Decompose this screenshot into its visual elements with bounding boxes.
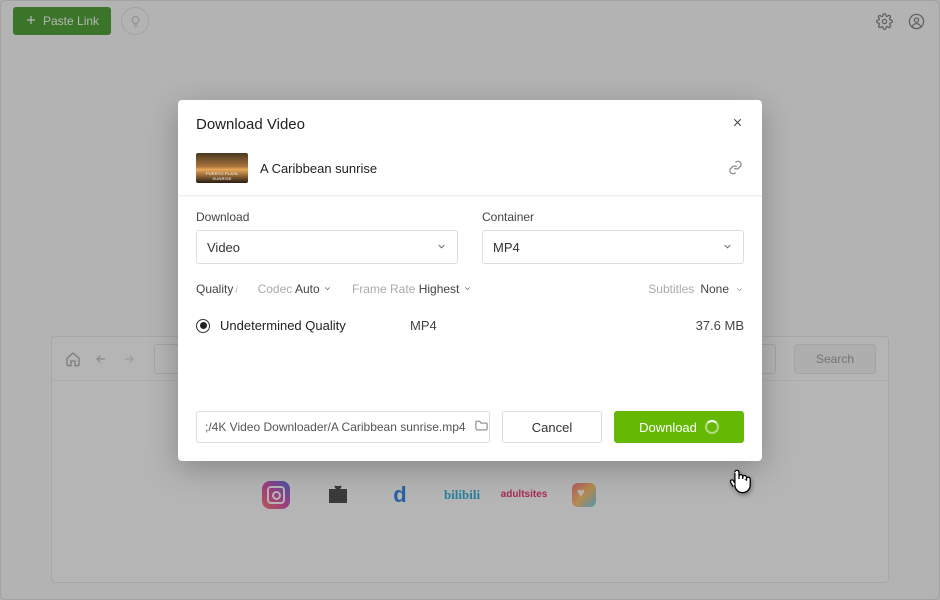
modal-footer: ;/4K Video Downloader/A Caribbean sunris… [178,399,762,461]
video-thumbnail: PUERTO PLATA SUNRISE [196,153,248,183]
chevron-down-icon [722,240,733,255]
framerate-group[interactable]: Frame Rate Highest [352,282,472,296]
container-field: Container MP4 [482,210,744,264]
modal-header: Download Video [178,100,762,145]
spinner-icon [705,420,719,434]
framerate-label: Frame Rate [352,282,415,296]
download-type-field: Download Video [196,210,458,264]
radio-selected-icon[interactable] [196,319,210,333]
save-path-value: ;/4K Video Downloader/A Caribbean sunris… [205,420,466,434]
link-icon[interactable] [728,160,744,176]
container-select[interactable]: MP4 [482,230,744,264]
container-value: MP4 [493,240,520,255]
quality-option-row[interactable]: Undetermined Quality MP4 37.6 MB [196,314,744,393]
quality-format: MP4 [410,318,470,333]
chevron-down-icon [436,240,447,255]
cancel-button[interactable]: Cancel [502,411,602,443]
quality-size: 37.6 MB [696,318,744,333]
chevron-down-icon [463,284,472,293]
codec-group[interactable]: Codec Auto [258,282,332,296]
chevron-down-icon [323,284,332,293]
download-type-label: Download [196,210,458,224]
container-label: Container [482,210,744,224]
codec-value: Auto [295,282,320,296]
download-type-select[interactable]: Video [196,230,458,264]
info-icon[interactable]: i [235,285,237,296]
thumbnail-caption: PUERTO PLATA SUNRISE [196,172,248,181]
download-type-value: Video [207,240,240,255]
codec-label: Codec [258,282,293,296]
download-label: Download [639,420,697,435]
video-title: A Caribbean sunrise [260,161,716,176]
modal-title: Download Video [196,116,305,133]
download-button[interactable]: Download [614,411,744,443]
chevron-down-icon [735,285,744,294]
subtitles-group[interactable]: Subtitles None [648,282,744,296]
video-row: PUERTO PLATA SUNRISE A Caribbean sunrise [178,145,762,195]
framerate-value: Highest [419,282,460,296]
download-video-modal: Download Video PUERTO PLATA SUNRISE A Ca… [178,100,762,461]
subtitles-label: Subtitles [648,282,694,296]
quality-name: Undetermined Quality [220,318,410,333]
cancel-label: Cancel [532,420,572,435]
save-path-input[interactable]: ;/4K Video Downloader/A Caribbean sunris… [196,411,490,443]
options-row: Qualityi Codec Auto Frame Rate Highest S… [196,282,744,296]
modal-body: Download Video Container MP4 [178,196,762,399]
folder-icon[interactable] [474,418,489,436]
subtitles-value: None [700,282,729,296]
close-icon[interactable] [731,116,744,133]
quality-label: Qualityi [196,282,238,296]
